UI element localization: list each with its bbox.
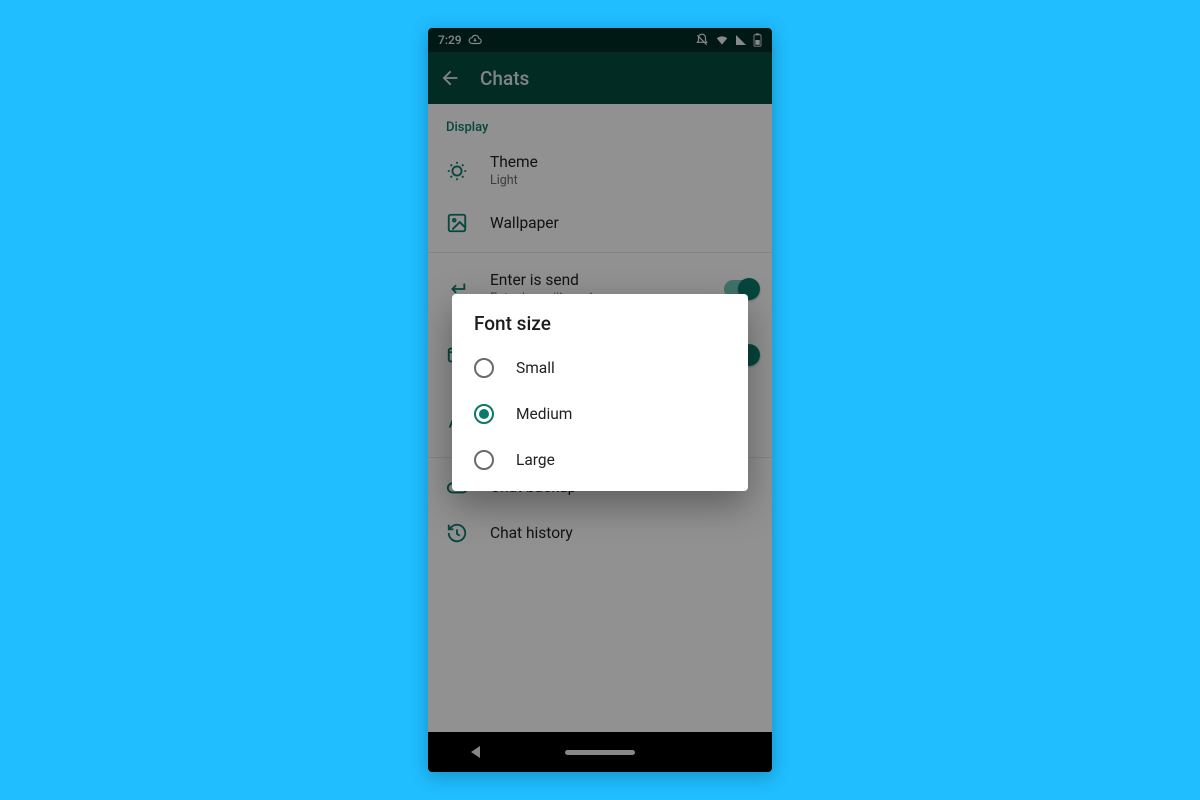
screen: 7:29 <box>428 28 772 772</box>
radio-selected-icon <box>474 404 494 424</box>
font-size-dialog: Font size Small Medium Large <box>452 294 748 491</box>
phone-frame: 7:29 <box>428 28 772 772</box>
radio-icon <box>474 450 494 470</box>
font-option-small[interactable]: Small <box>474 345 728 391</box>
font-option-label: Large <box>516 451 555 469</box>
font-option-label: Small <box>516 359 555 377</box>
dialog-title: Font size <box>474 312 728 335</box>
font-option-medium[interactable]: Medium <box>474 391 728 437</box>
radio-icon <box>474 358 494 378</box>
font-option-label: Medium <box>516 405 572 423</box>
font-option-large[interactable]: Large <box>474 437 728 483</box>
